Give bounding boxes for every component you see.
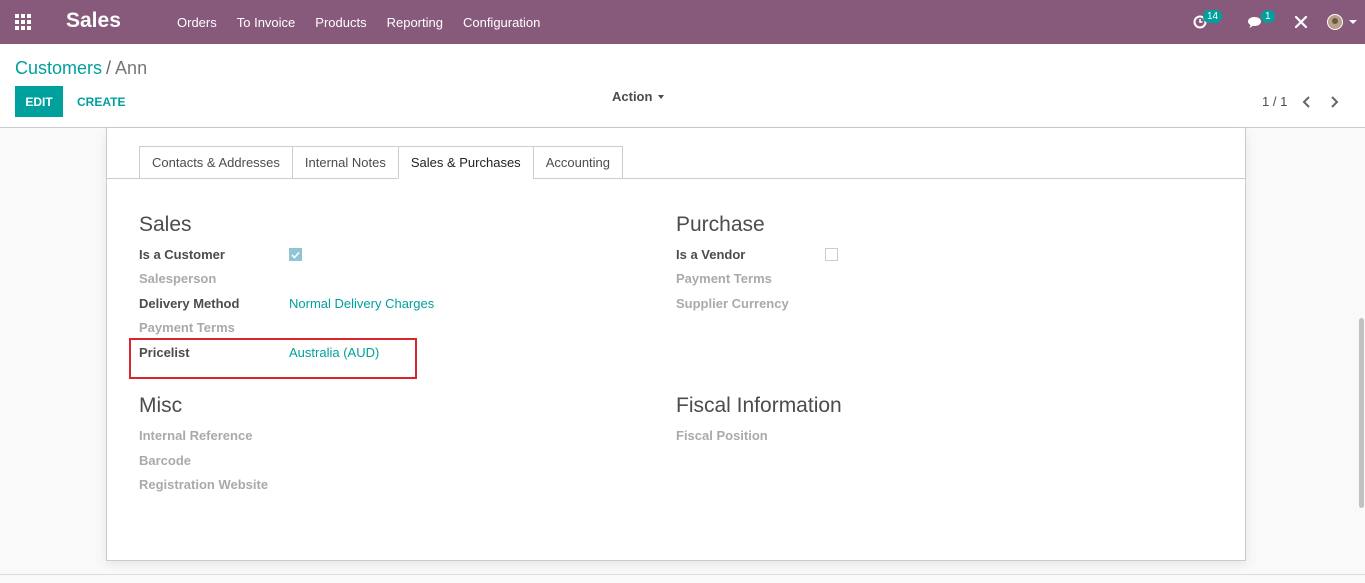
purchase-group-title: Purchase [676, 213, 765, 236]
breadcrumb-separator: / [106, 58, 112, 78]
notebook-tabs: Contacts & Addresses Internal Notes Sale… [139, 146, 624, 179]
page-scrollbar[interactable] [1359, 318, 1364, 508]
user-menu[interactable] [1317, 0, 1365, 44]
registration-website-label: Registration Website [139, 477, 269, 492]
breadcrumb-current: Ann [115, 58, 148, 78]
chevron-left-icon [1302, 96, 1310, 108]
chat-bubble-icon [1248, 16, 1261, 28]
menu-item-reporting[interactable]: Reporting [377, 15, 453, 30]
menu-item-products[interactable]: Products [305, 15, 376, 30]
menu-item-configuration[interactable]: Configuration [453, 15, 550, 30]
caret-down-icon [658, 94, 665, 99]
delivery-method-label: Delivery Method [139, 296, 240, 311]
control-panel: Customers / Ann EDIT CREATE Action 1 / 1 [0, 44, 1365, 128]
is-customer-label: Is a Customer [139, 247, 225, 262]
systray: 14 1 [1191, 0, 1365, 44]
top-navbar: Sales Orders To Invoice Products Reporti… [0, 0, 1365, 44]
tab-accounting[interactable]: Accounting [532, 146, 624, 179]
breadcrumb: Customers / Ann [15, 58, 147, 79]
activity-menu[interactable]: 14 [1191, 0, 1239, 44]
sales-group-title: Sales [139, 213, 192, 236]
action-dropdown[interactable]: Action [612, 89, 665, 104]
create-button[interactable]: CREATE [70, 86, 132, 117]
pricelist-value[interactable]: Australia (AUD) [289, 345, 379, 360]
action-label: Action [612, 89, 653, 104]
chevron-right-icon [1331, 96, 1339, 108]
is-customer-checkbox[interactable] [289, 248, 302, 261]
checkmark-icon [291, 251, 300, 259]
supplier-currency-label: Supplier Currency [676, 296, 789, 311]
user-avatar [1327, 14, 1343, 30]
internal-reference-label: Internal Reference [139, 428, 253, 443]
apps-grid-icon[interactable] [15, 14, 33, 30]
fiscal-position-label: Fiscal Position [676, 428, 768, 443]
is-vendor-label: Is a Vendor [676, 247, 746, 262]
is-vendor-checkbox[interactable] [825, 248, 838, 261]
activity-count-badge: 14 [1203, 10, 1223, 23]
messaging-menu[interactable]: 1 [1239, 0, 1285, 44]
tab-sales-purchases[interactable]: Sales & Purchases [397, 146, 533, 179]
app-brand[interactable]: Sales [66, 9, 121, 33]
menu-item-orders[interactable]: Orders [167, 15, 227, 30]
salesperson-label: Salesperson [139, 271, 217, 286]
fiscal-group-title: Fiscal Information [676, 394, 842, 417]
breadcrumb-customers[interactable]: Customers [15, 58, 102, 78]
misc-group-title: Misc [139, 394, 183, 417]
tab-contacts-addresses[interactable]: Contacts & Addresses [139, 146, 292, 179]
tools-icon [1294, 15, 1308, 29]
bottom-divider [0, 574, 1365, 575]
pricelist-label: Pricelist [139, 345, 190, 360]
pager-previous-button[interactable] [1298, 93, 1316, 111]
form-sheet: Contacts & Addresses Internal Notes Sale… [106, 128, 1246, 561]
barcode-label: Barcode [139, 453, 192, 468]
pager-value[interactable]: 1 / 1 [1262, 94, 1287, 109]
purchase-payment-terms-label: Payment Terms [676, 271, 772, 286]
menu-item-to-invoice[interactable]: To Invoice [227, 15, 306, 30]
sales-payment-terms-label: Payment Terms [139, 320, 235, 335]
tab-internal-notes[interactable]: Internal Notes [291, 146, 398, 179]
chevron-down-icon [1349, 20, 1357, 24]
main-menu: Orders To Invoice Products Reporting Con… [167, 0, 550, 44]
message-count-badge: 1 [1261, 10, 1275, 23]
pager-next-button[interactable] [1325, 93, 1343, 111]
delivery-method-value[interactable]: Normal Delivery Charges [289, 296, 434, 311]
debug-tools[interactable] [1285, 0, 1317, 44]
edit-button[interactable]: EDIT [15, 86, 63, 117]
